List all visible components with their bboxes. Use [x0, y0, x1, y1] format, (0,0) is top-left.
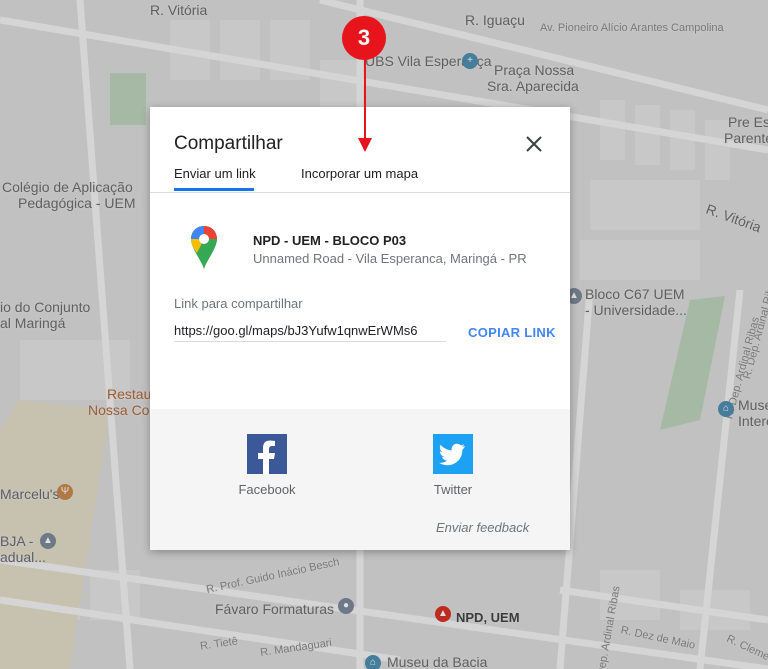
facebook-icon	[258, 440, 275, 474]
place-name: NPD - UEM - BLOCO P03	[253, 233, 407, 248]
active-tab-indicator	[174, 188, 254, 191]
google-maps-pin-icon	[191, 226, 217, 270]
share-link-input[interactable]	[174, 319, 446, 342]
place-address: Unnamed Road - Vila Esperanca, Maringá -…	[253, 251, 527, 266]
annotation-arrow	[358, 58, 372, 152]
social-share-section: Facebook Twitter Enviar feedback	[150, 409, 570, 550]
facebook-share-button[interactable]	[247, 434, 287, 474]
close-icon	[526, 136, 542, 152]
share-dialog: Compartilhar Enviar um link Incorporar u…	[150, 107, 570, 550]
dialog-title: Compartilhar	[174, 133, 283, 154]
tab-embed-map[interactable]: Incorporar um mapa	[301, 166, 418, 181]
share-tabs: Enviar um link Incorporar um mapa	[150, 159, 570, 193]
twitter-label: Twitter	[433, 482, 473, 497]
close-button[interactable]	[522, 132, 546, 156]
send-feedback-link[interactable]: Enviar feedback	[436, 520, 529, 535]
twitter-icon	[439, 443, 465, 466]
twitter-share-button[interactable]	[433, 434, 473, 474]
share-link-label: Link para compartilhar	[174, 296, 303, 311]
tab-send-link[interactable]: Enviar um link	[174, 166, 256, 181]
step-annotation-badge: 3	[342, 16, 386, 60]
copy-link-button[interactable]: COPIAR LINK	[468, 325, 556, 340]
facebook-label: Facebook	[238, 482, 296, 497]
